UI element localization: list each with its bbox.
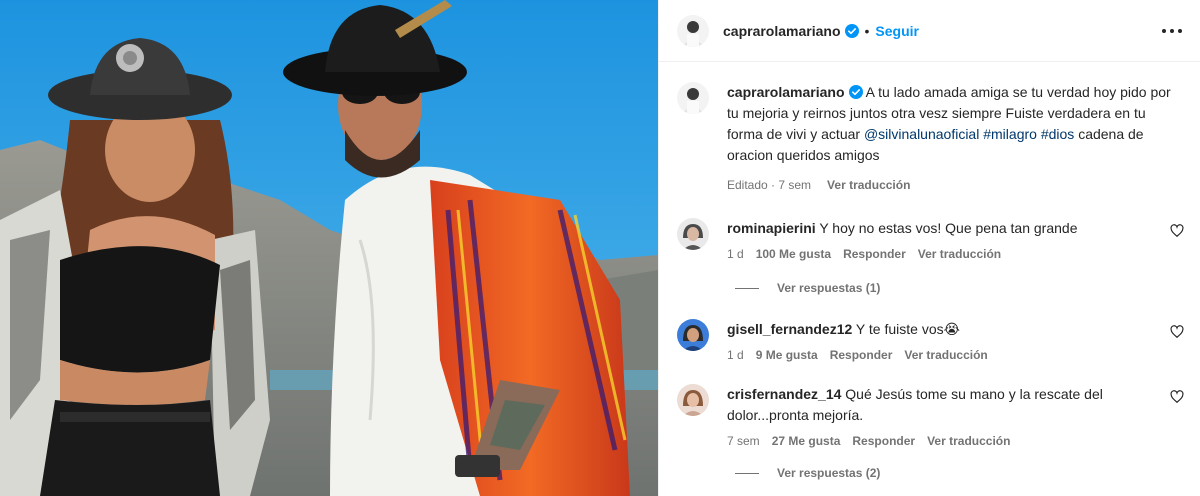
follow-button[interactable]: Seguir [875, 23, 919, 39]
comment-likes[interactable]: 27 Me gusta [772, 434, 841, 448]
post-image [0, 0, 658, 496]
view-replies-label: Ver respuestas (1) [777, 281, 881, 295]
commenter-avatar[interactable] [677, 218, 709, 250]
commenter-avatar-image [677, 218, 709, 250]
verified-badge-icon [844, 23, 859, 38]
comment-text-line: gisell_fernandez12 Y te fuiste vos😭 [727, 319, 1184, 340]
comment-time[interactable]: 1 d [727, 247, 744, 261]
like-heart-icon[interactable] [1170, 224, 1184, 238]
comment-meta: 7 sem 27 Me gusta Responder Ver traducci… [727, 434, 1184, 448]
caption-avatar-image [677, 82, 709, 114]
commenter-avatar-image [677, 319, 709, 351]
post-viewer: caprarolamariano • Seguir caprarolamaria… [0, 0, 1200, 496]
caption-translate-link[interactable]: Ver traducción [827, 178, 910, 192]
comments-panel: caprarolamariano • Seguir caprarolamaria… [658, 0, 1200, 496]
replies-divider [735, 472, 759, 474]
comment-meta: 1 d 100 Me gusta Responder Ver traducció… [727, 247, 1184, 261]
author-avatar[interactable] [677, 14, 709, 47]
commenter-avatar[interactable] [677, 384, 709, 416]
comment-content: crisfernandez_14 Qué Jesús tome su mano … [727, 384, 1184, 448]
caption-edited: Editado · 7 sem [727, 178, 812, 192]
comment-time[interactable]: 1 d [727, 348, 744, 362]
comment-likes[interactable]: 9 Me gusta [756, 348, 818, 362]
reply-button[interactable]: Responder [830, 348, 893, 362]
comment-text-line: rominapierini Y hoy no estas vos! Que pe… [727, 218, 1184, 239]
like-heart-icon[interactable] [1170, 390, 1184, 404]
caption-text: caprarolamariano A tu lado amada amiga s… [727, 82, 1184, 166]
commenter-avatar-image [677, 384, 709, 416]
comment-username[interactable]: crisfernandez_14 [727, 386, 841, 402]
view-replies-button[interactable]: Ver respuestas (1) [735, 281, 1184, 295]
comment-content: rominapierini Y hoy no estas vos! Que pe… [727, 218, 1184, 261]
comment-likes[interactable]: 100 Me gusta [756, 247, 831, 261]
comment-username[interactable]: gisell_fernandez12 [727, 321, 852, 337]
comment-translate-link[interactable]: Ver traducción [927, 434, 1010, 448]
comment-meta: 1 d 9 Me gusta Responder Ver traducción [727, 348, 1184, 362]
comment-item: crisfernandez_14 Qué Jesús tome su mano … [677, 384, 1184, 448]
hashtag-link[interactable]: #milagro [983, 126, 1037, 142]
replies-divider [735, 287, 759, 289]
comment-content: gisell_fernandez12 Y te fuiste vos😭 1 d … [727, 319, 1184, 362]
view-replies-label: Ver respuestas (2) [777, 466, 881, 480]
comment-username[interactable]: rominapierini [727, 220, 816, 236]
post-photo[interactable] [0, 0, 658, 496]
comment-translate-link[interactable]: Ver traducción [904, 348, 987, 362]
caption-username[interactable]: caprarolamariano [727, 84, 845, 100]
separator-dot: • [864, 22, 870, 39]
reply-button[interactable]: Responder [852, 434, 915, 448]
comment-text-line: crisfernandez_14 Qué Jesús tome su mano … [727, 384, 1184, 426]
view-replies-button[interactable]: Ver respuestas (2) [735, 466, 1184, 480]
author-avatar-image [677, 14, 709, 47]
mention-link[interactable]: @silvinalunaoficial [864, 126, 979, 142]
comment-text: Y hoy no estas vos! Que pena tan grande [819, 220, 1078, 236]
comment-item: gisell_fernandez12 Y te fuiste vos😭 1 d … [677, 319, 1184, 362]
comment-text: Y te fuiste vos😭 [855, 321, 960, 337]
like-heart-icon[interactable] [1170, 325, 1184, 339]
caption-meta: Editado · 7 sem Ver traducción [727, 178, 1184, 192]
caption-author-avatar[interactable] [677, 82, 709, 114]
reply-button[interactable]: Responder [843, 247, 906, 261]
post-header: caprarolamariano • Seguir [659, 0, 1200, 62]
more-options-icon[interactable] [1160, 19, 1184, 43]
author-username[interactable]: caprarolamariano [723, 23, 841, 39]
hashtag-link[interactable]: #dios [1041, 126, 1074, 142]
caption-verified-badge-icon [848, 84, 863, 99]
comment-time[interactable]: 7 sem [727, 434, 760, 448]
comment-item: rominapierini Y hoy no estas vos! Que pe… [677, 218, 1184, 261]
comment-translate-link[interactable]: Ver traducción [918, 247, 1001, 261]
comments-list: caprarolamariano A tu lado amada amiga s… [659, 62, 1200, 480]
caption-block: caprarolamariano A tu lado amada amiga s… [677, 82, 1184, 192]
caption-content: caprarolamariano A tu lado amada amiga s… [727, 82, 1184, 192]
commenter-avatar[interactable] [677, 319, 709, 351]
